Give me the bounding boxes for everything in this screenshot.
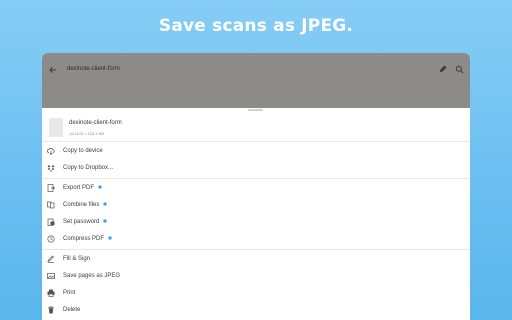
menu-copy-to-device[interactable]: Copy to device xyxy=(42,143,470,160)
divider xyxy=(42,178,470,179)
combine-files-icon xyxy=(47,201,55,209)
menu-item-label: Combine files xyxy=(63,202,108,208)
bottom-sheet: dexinote-client-form 11/11/21 • 124.4 KB… xyxy=(42,108,470,320)
menu-fill-sign[interactable]: Fill & Sign xyxy=(42,251,470,268)
menu-item-label: Set password xyxy=(63,219,108,225)
app-bar: dexinote-client-form xyxy=(42,53,470,108)
menu-item-label: Export PDF xyxy=(63,185,103,191)
print-icon xyxy=(47,289,55,297)
menu-print[interactable]: Print xyxy=(42,285,470,302)
menu-item-label: Save pages as JPEG xyxy=(63,273,121,279)
promo-headline: Save scans as JPEG. xyxy=(158,16,354,36)
image-icon xyxy=(47,272,55,280)
file-meta: 11/11/21 • 124.4 KB xyxy=(69,131,105,136)
fill-sign-icon xyxy=(47,255,55,263)
menu-export-pdf[interactable]: Export PDF xyxy=(42,180,470,197)
file-name: dexinote-client-form xyxy=(69,120,122,126)
menu-item-label: Compress PDF xyxy=(63,236,113,242)
menu-item-label: Fill & Sign xyxy=(63,256,91,262)
dropbox-icon xyxy=(47,164,55,172)
premium-badge xyxy=(103,202,108,207)
compress-icon xyxy=(47,235,55,243)
file-info: dexinote-client-form 11/11/21 • 124.4 KB xyxy=(42,112,470,142)
premium-badge xyxy=(98,185,103,190)
menu-item-label: Copy to device xyxy=(63,148,103,154)
tablet-screen: dexinote-client-form dexinote-client-for… xyxy=(42,53,470,320)
premium-badge xyxy=(108,236,113,241)
edit-pen-icon[interactable] xyxy=(438,65,447,74)
menu-delete[interactable]: Delete xyxy=(42,302,470,319)
divider xyxy=(42,249,470,250)
premium-badge xyxy=(103,219,108,224)
menu-combine-files[interactable]: Combine files xyxy=(42,197,470,214)
export-pdf-icon xyxy=(47,184,55,192)
menu-item-label: Delete xyxy=(63,307,81,313)
file-thumbnail xyxy=(49,118,63,137)
document-title: dexinote-client-form xyxy=(67,66,120,72)
trash-icon xyxy=(47,306,55,314)
divider xyxy=(42,141,470,142)
menu-item-label: Copy to Dropbox... xyxy=(63,165,114,171)
menu-compress-pdf[interactable]: Compress PDF xyxy=(42,231,470,248)
sheet-drag-handle[interactable] xyxy=(248,109,263,111)
search-icon[interactable] xyxy=(455,65,464,74)
menu-set-password[interactable]: Set password xyxy=(42,214,470,231)
back-arrow-icon[interactable] xyxy=(48,65,58,75)
menu-save-pages-jpeg[interactable]: Save pages as JPEG xyxy=(42,268,470,285)
menu-item-label: Print xyxy=(63,290,76,296)
cloud-download-icon xyxy=(47,147,55,155)
lock-icon xyxy=(47,218,55,226)
menu-copy-to-dropbox[interactable]: Copy to Dropbox... xyxy=(42,160,470,177)
